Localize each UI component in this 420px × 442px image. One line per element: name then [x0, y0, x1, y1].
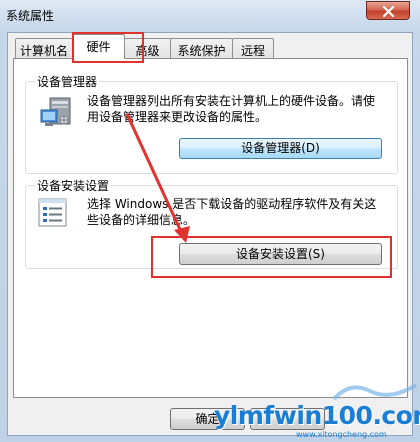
watermark-logo-icon: [332, 383, 418, 401]
watermark-subtext: www.xitongcheng.com: [296, 430, 387, 439]
watermark-text: ylmfwin100.com: [214, 401, 420, 430]
site-watermark: ylmfwin100.com www.xitongcheng.com: [214, 383, 420, 442]
annotation-arrow: [125, 113, 190, 243]
